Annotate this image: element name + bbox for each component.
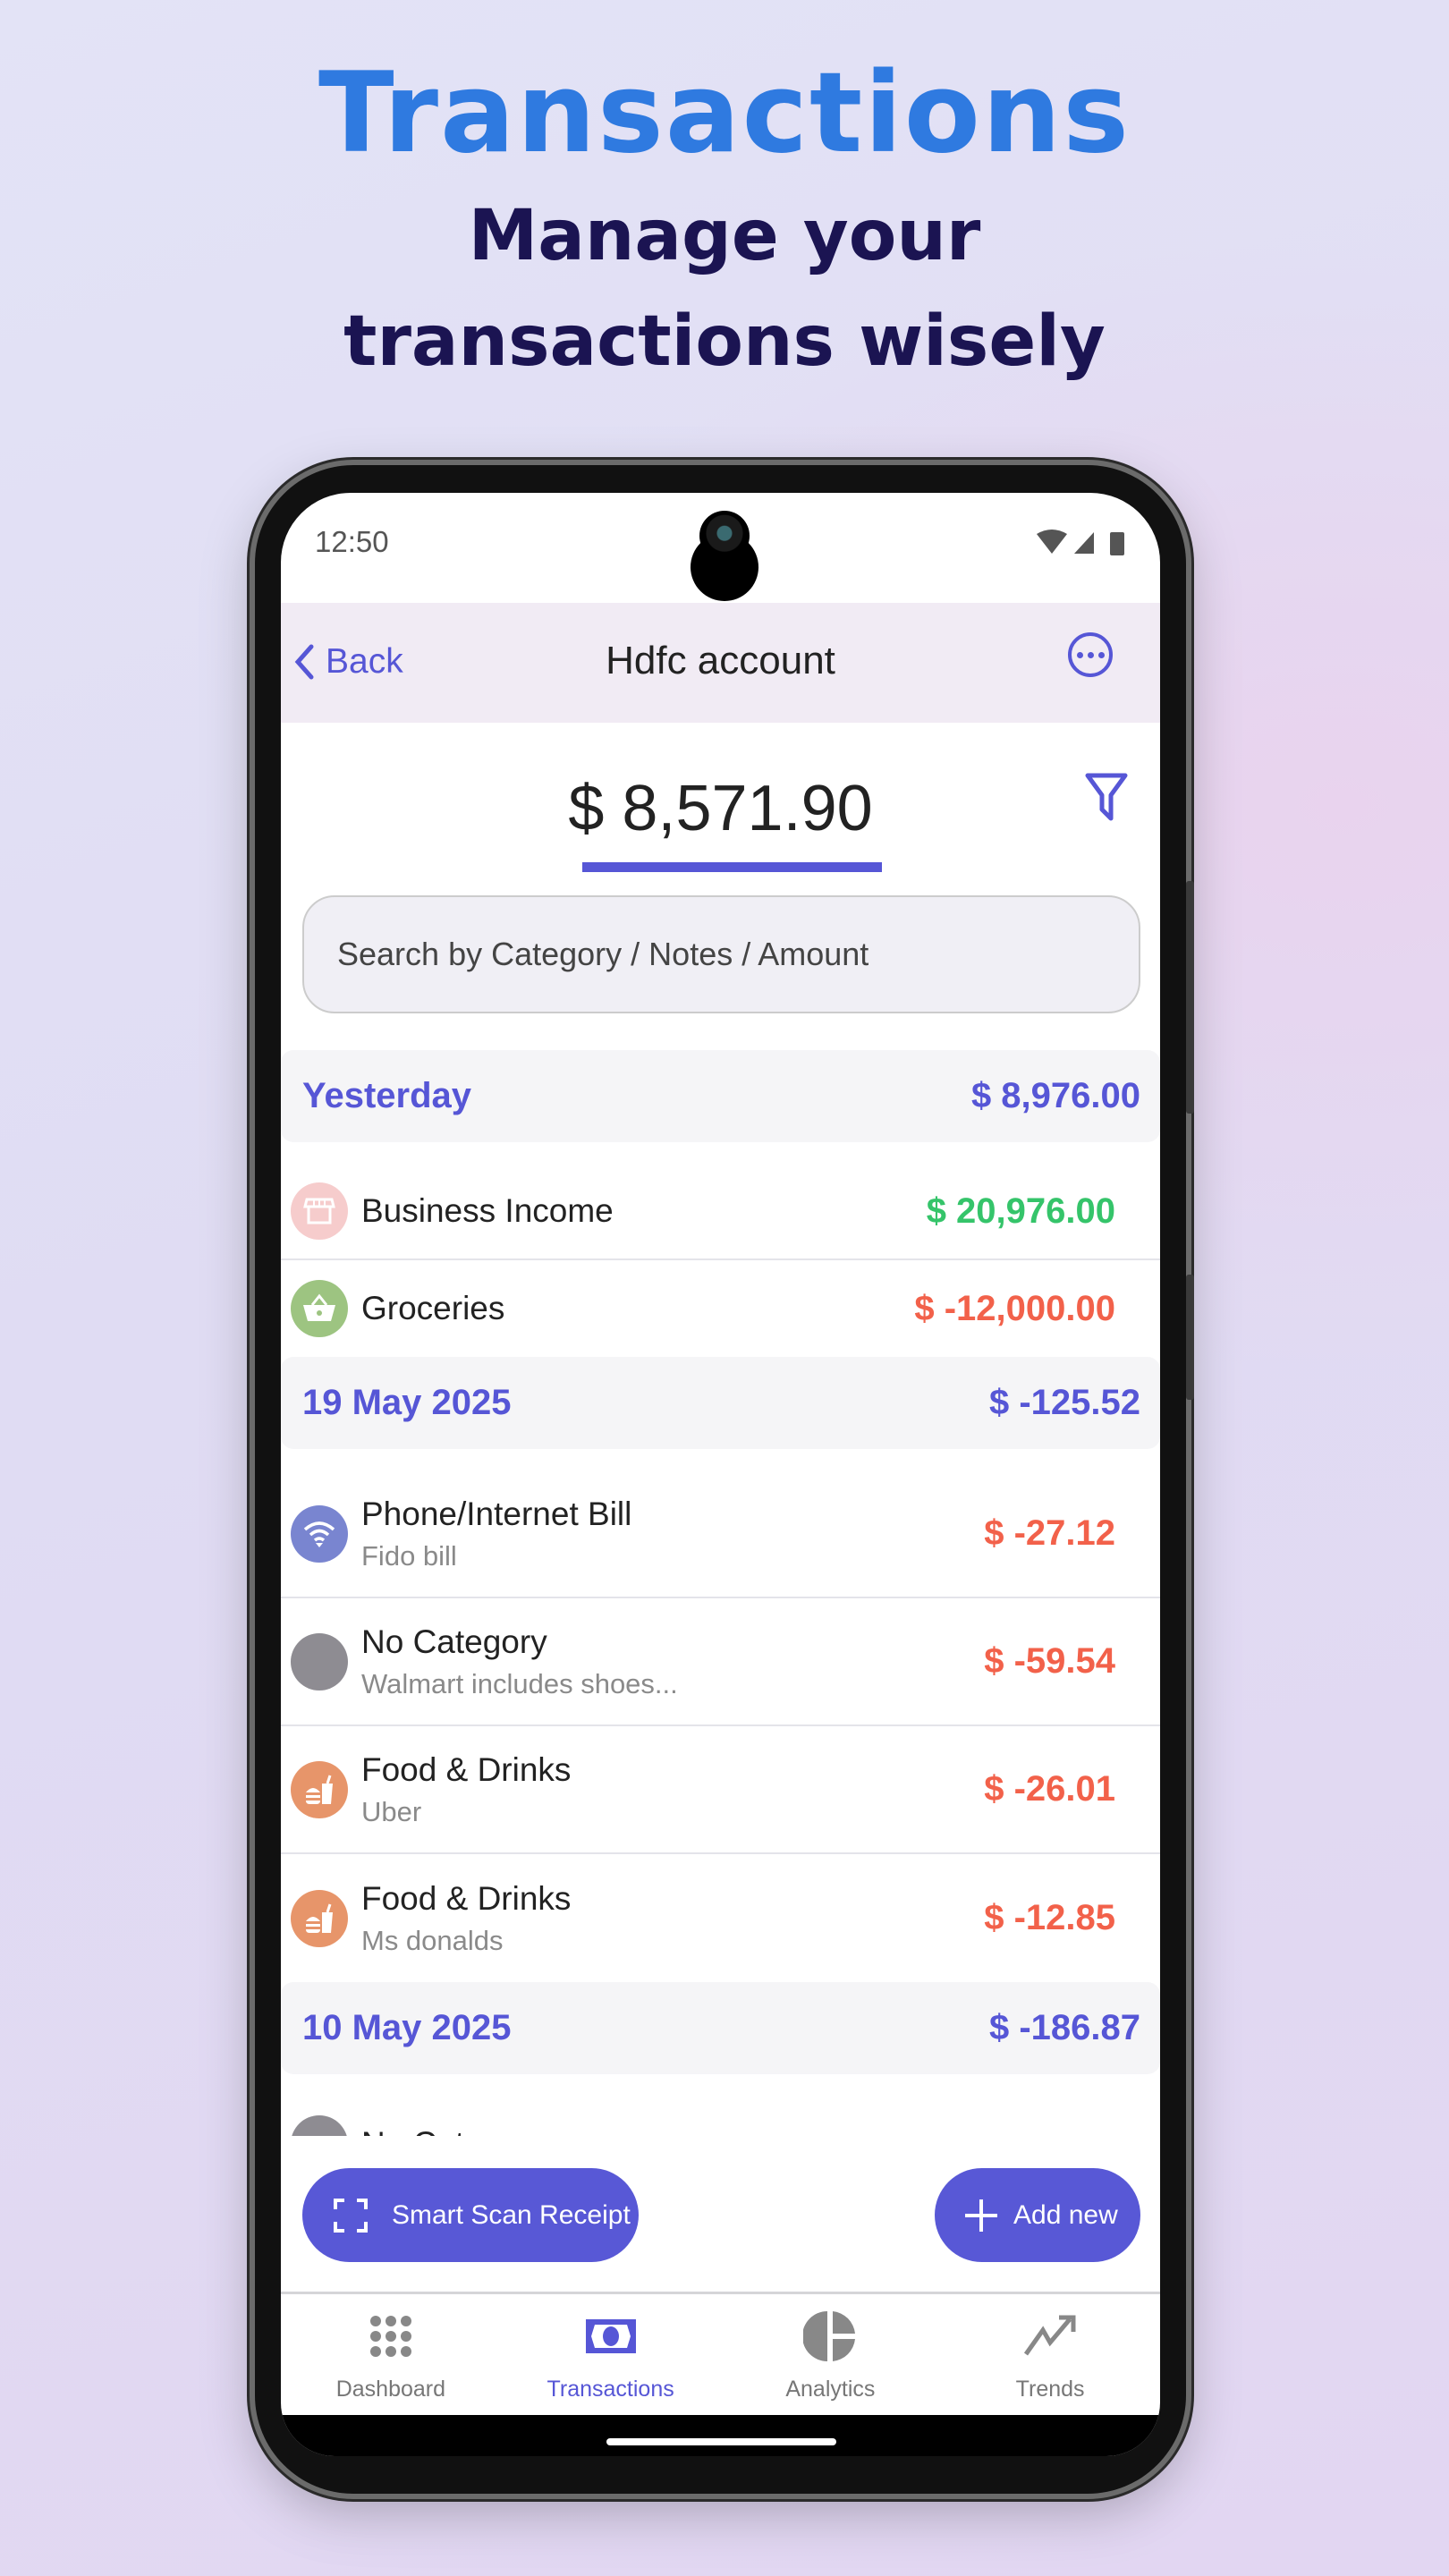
home-indicator[interactable] (606, 2438, 836, 2445)
wifi-status-icon (1037, 530, 1067, 554)
add-new-button[interactable]: Add new (935, 2168, 1140, 2262)
no-category-icon (291, 1632, 348, 1690)
status-icons (1037, 530, 1124, 555)
tab-label: Transactions (547, 2377, 674, 2402)
phone-screen: 12:50 Back Hdfc account $ 8,571.90 Searc… (281, 493, 1160, 2456)
fast-food-icon (291, 1760, 348, 1818)
transaction-amount: $ -59.54 (984, 1641, 1115, 1681)
transaction-row[interactable]: Groceries $ -12,000.00 (281, 1260, 1160, 1357)
transaction-note: Ms donalds (361, 1924, 504, 1956)
account-balance: $ 8,571.90 (568, 773, 873, 844)
tab-analytics[interactable]: Analytics (721, 2294, 941, 2415)
page-title: Hdfc account (606, 639, 835, 682)
transaction-note: Uber (361, 1795, 422, 1827)
section-total: $ -125.52 (988, 1383, 1140, 1422)
category-name: Food & Drinks (361, 1879, 572, 1917)
transaction-row[interactable]: No Category (281, 2074, 1160, 2136)
add-label: Add new (1013, 2199, 1118, 2230)
search-input[interactable]: Search by Category / Notes / Amount (302, 895, 1140, 1013)
transaction-amount: $ -26.01 (984, 1769, 1115, 1809)
smart-scan-receipt-button[interactable]: Smart Scan Receipt (302, 2168, 639, 2262)
basket-icon (291, 1280, 348, 1337)
top-app-bar: Back Hdfc account (281, 603, 1160, 723)
category-name: No Category (361, 1623, 547, 1660)
section-header: Yesterday $ 8,976.00 (281, 1050, 1160, 1142)
transaction-amount: $ -12.85 (984, 1898, 1115, 1937)
transaction-amount: $ -12,000.00 (914, 1288, 1115, 1328)
no-category-icon (291, 2115, 348, 2136)
fast-food-icon (291, 1889, 348, 1947)
filter-icon[interactable] (1084, 772, 1129, 822)
section-header: 19 May 2025 $ -125.52 (281, 1357, 1160, 1449)
phone-power-button (1186, 1275, 1194, 1400)
category-name: Phone/Internet Bill (361, 1495, 632, 1532)
category-name: Groceries (361, 1290, 505, 1326)
plus-icon (965, 2199, 997, 2232)
signal-icon (1074, 532, 1094, 554)
transaction-row[interactable]: Phone/Internet Bill Fido bill $ -27.12 (281, 1449, 1160, 1598)
section-date: 19 May 2025 (302, 1383, 512, 1422)
section-header: 10 May 2025 $ -186.87 (281, 1982, 1160, 2074)
status-time: 12:50 (315, 525, 389, 558)
grid-icon (369, 2309, 413, 2364)
transaction-row[interactable]: Food & Drinks Uber $ -26.01 (281, 1726, 1160, 1854)
transaction-amount: $ 20,976.00 (926, 1191, 1115, 1231)
section-total: $ -186.87 (988, 2008, 1140, 2047)
tab-label: Analytics (785, 2377, 876, 2402)
tab-dashboard[interactable]: Dashboard (281, 2294, 501, 2415)
pie-chart-icon (803, 2309, 857, 2364)
category-name: No Category (361, 2125, 1115, 2136)
money-icon (585, 2309, 636, 2364)
transaction-list[interactable]: Yesterday $ 8,976.00 Business Income $ 20… (281, 1050, 1160, 2136)
tab-label: Dashboard (335, 2377, 446, 2402)
tab-label: Trends (1015, 2377, 1085, 2402)
camera-lens (699, 511, 750, 561)
transaction-row[interactable]: Business Income $ 20,976.00 (281, 1142, 1160, 1260)
tab-trends[interactable]: Trends (940, 2294, 1160, 2415)
more-options-icon[interactable] (1068, 632, 1113, 677)
scan-icon (334, 2198, 368, 2233)
trend-up-icon (1023, 2309, 1077, 2364)
section-date: 10 May 2025 (302, 2008, 512, 2047)
gesture-bar-area (281, 2415, 1160, 2456)
phone-volume-button (1186, 881, 1194, 1114)
transaction-note: Fido bill (361, 1539, 457, 1572)
bottom-navigation: Dashboard Transactions Analytics Trends (281, 2292, 1160, 2415)
hero-title: Transactions (318, 49, 1131, 178)
transaction-row[interactable]: Food & Drinks Ms donalds $ -12.85 (281, 1854, 1160, 1982)
battery-icon (1110, 532, 1124, 555)
search-placeholder: Search by Category / Notes / Amount (337, 936, 869, 972)
scan-label: Smart Scan Receipt (392, 2199, 631, 2230)
tab-transactions[interactable]: Transactions (501, 2294, 721, 2415)
balance-underline (582, 862, 882, 872)
category-name: Business Income (361, 1192, 614, 1229)
transaction-row[interactable]: No Category Walmart includes shoes... $ … (281, 1598, 1160, 1726)
transaction-note: Walmart includes shoes... (361, 1667, 678, 1699)
transaction-amount: $ -27.12 (984, 1513, 1115, 1553)
store-icon (291, 1182, 348, 1240)
wifi-icon (291, 1504, 348, 1563)
section-date: Yesterday (302, 1076, 472, 1115)
category-name: Food & Drinks (361, 1750, 572, 1788)
hero-subtitle: Manage your transactions wisely (343, 196, 1106, 382)
section-total: $ 8,976.00 (970, 1076, 1140, 1115)
